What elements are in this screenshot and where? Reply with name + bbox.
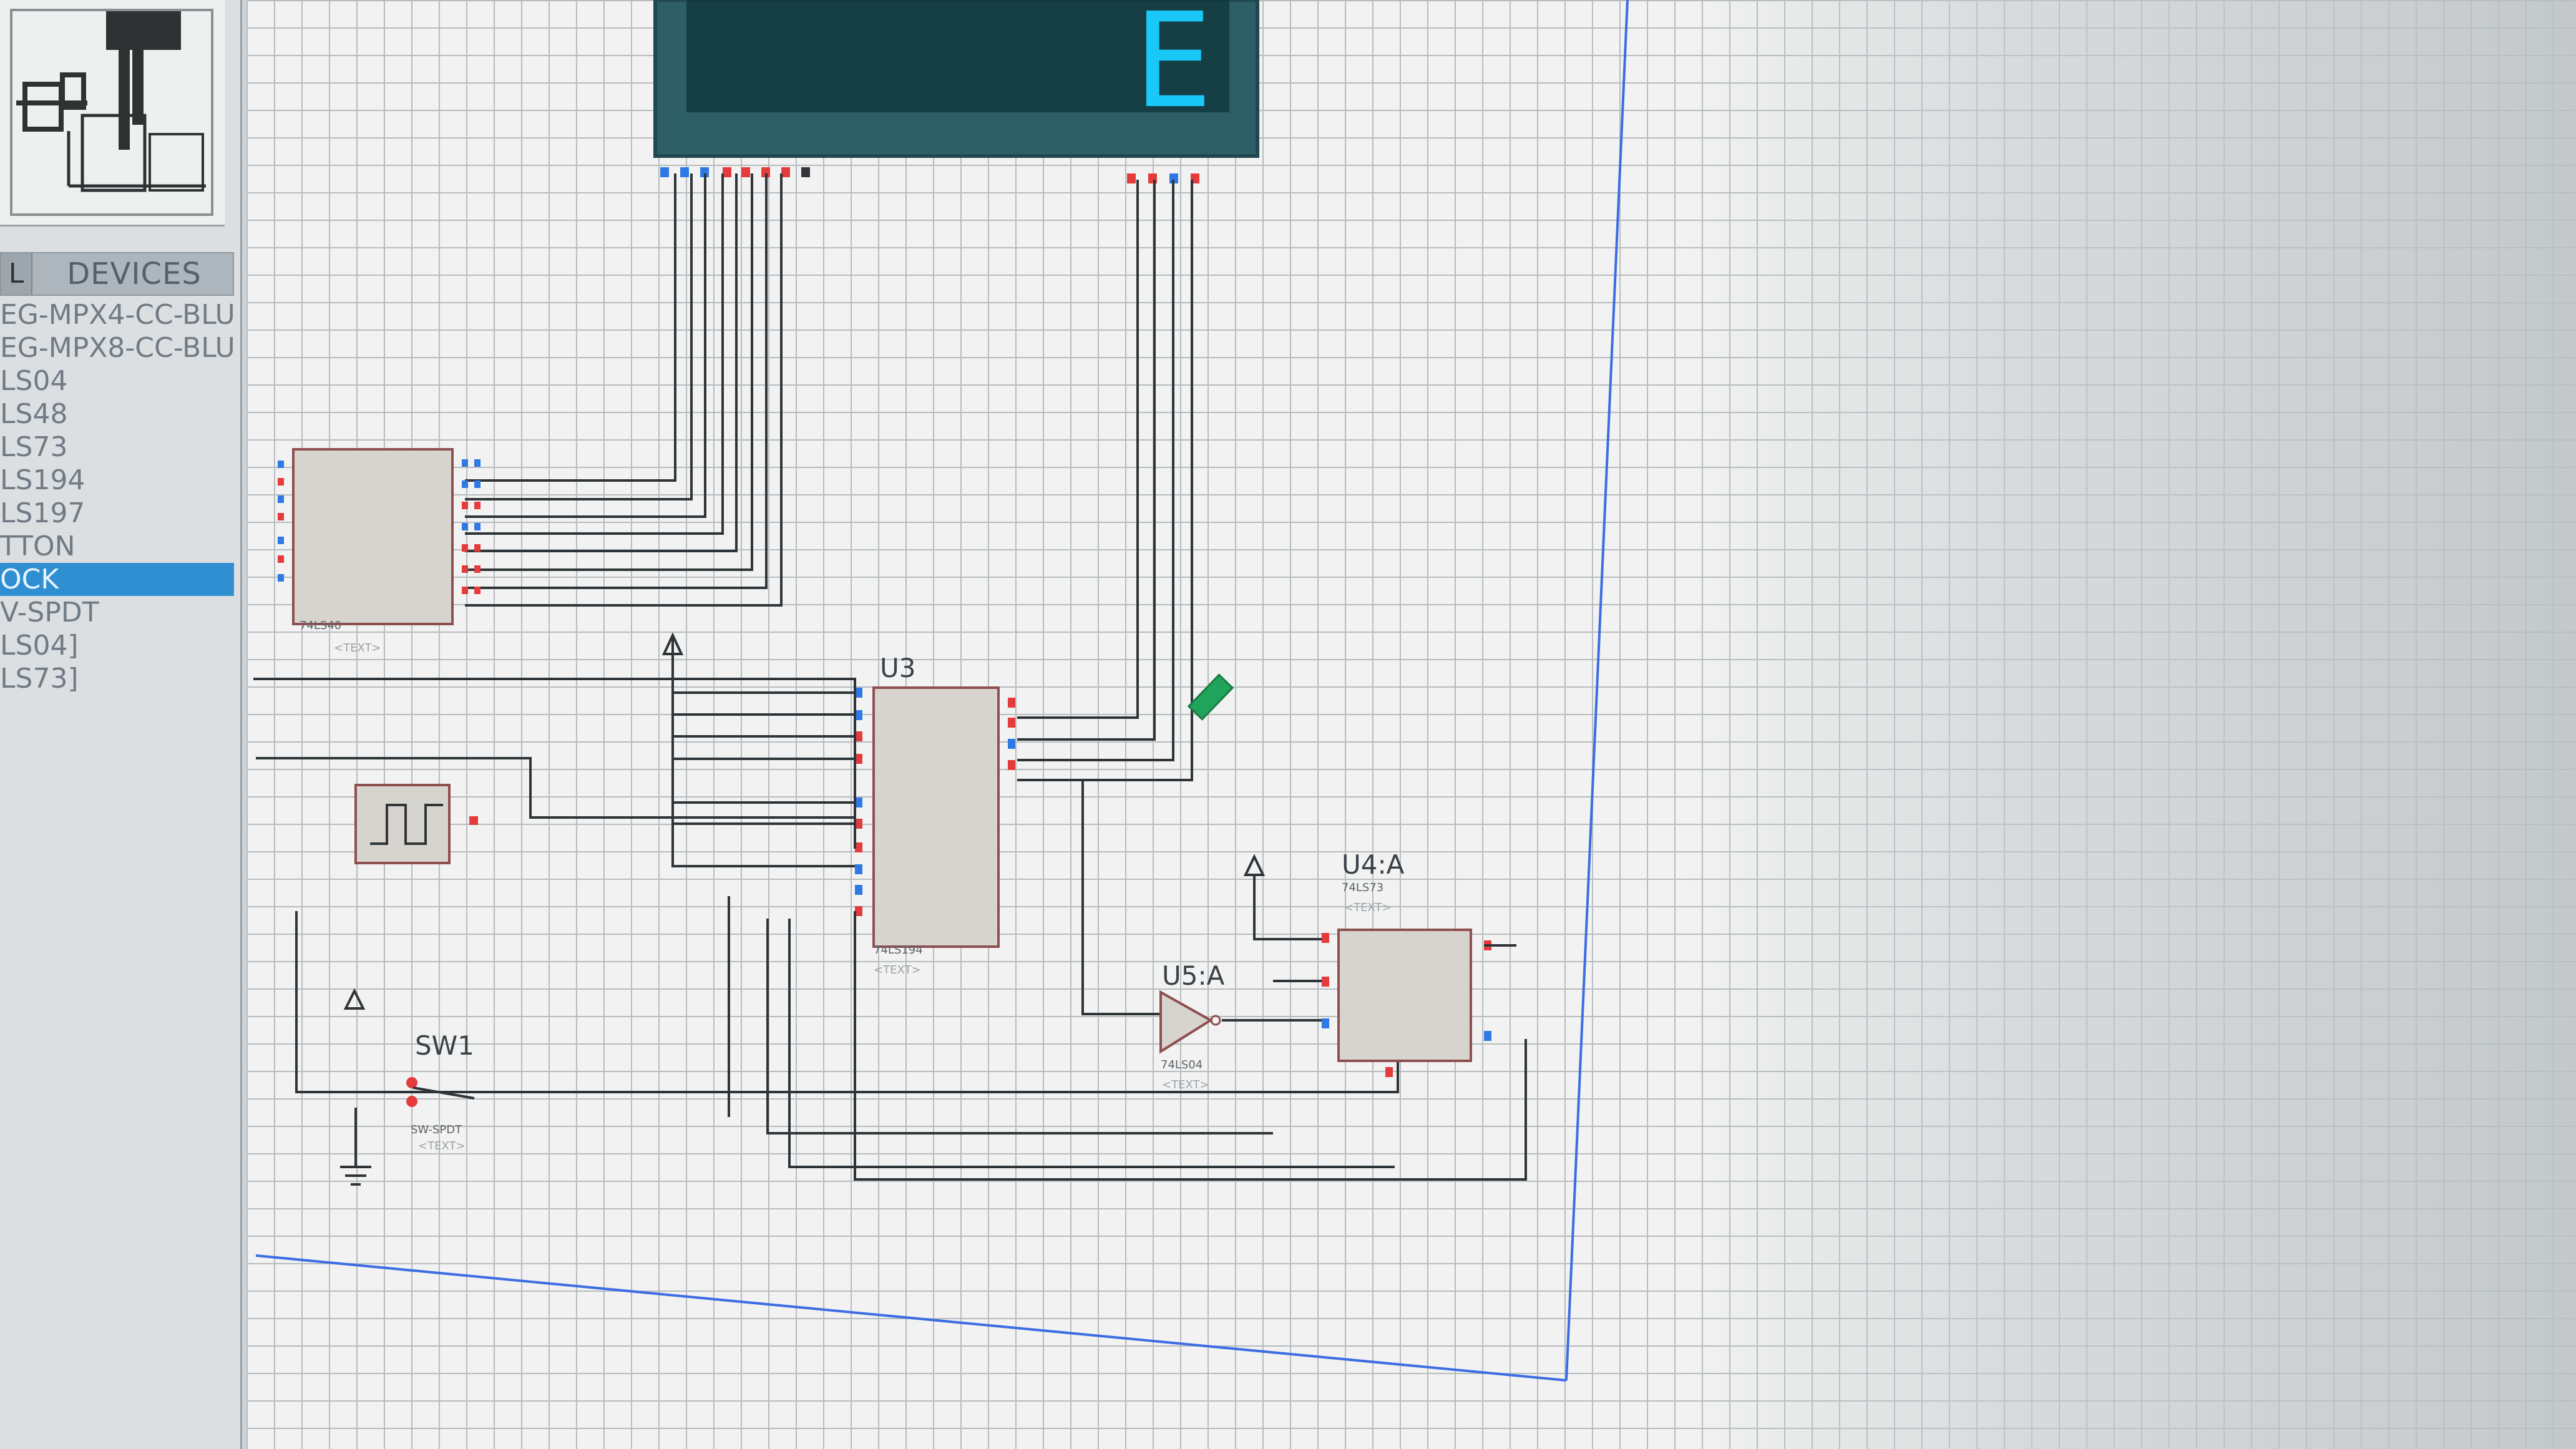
devices-header: L DEVICES bbox=[0, 252, 234, 296]
u5a-text-label: <TEXT> bbox=[1162, 1078, 1209, 1091]
overview-map[interactable] bbox=[0, 0, 225, 227]
u4a-ref-label: U4:A bbox=[1342, 849, 1405, 880]
devices-title: DEVICES bbox=[67, 256, 202, 291]
device-item-ls04[interactable]: LS04 bbox=[0, 364, 234, 398]
device-item-ls194[interactable]: LS194 bbox=[0, 464, 234, 497]
sw1-part-label: SW-SPDT bbox=[411, 1123, 462, 1136]
device-item-ls197[interactable]: LS197 bbox=[0, 497, 234, 530]
device-item-sw-spdt[interactable]: V-SPDT bbox=[0, 596, 234, 629]
device-item-ls04-variant[interactable]: LS04] bbox=[0, 629, 234, 662]
u4a-text-label: <TEXT> bbox=[1344, 901, 1392, 914]
sw1-text-label: <TEXT> bbox=[418, 1139, 466, 1153]
device-item-button[interactable]: TTON bbox=[0, 530, 234, 563]
device-item-clock-selected[interactable]: OCK bbox=[0, 563, 234, 596]
device-item-ls73[interactable]: LS73 bbox=[0, 431, 234, 464]
device-selector-panel: L DEVICES EG-MPX4-CC-BLUE EG-MPX8-CC-BLU… bbox=[0, 0, 242, 1449]
u3-part-label: 74LS194 bbox=[874, 944, 923, 957]
counter-component[interactable] bbox=[292, 448, 454, 625]
sw1-ref-label: SW1 bbox=[415, 1030, 474, 1061]
clock-output-pin bbox=[469, 816, 478, 825]
u3-ref-label: U3 bbox=[880, 653, 915, 683]
u3-component[interactable] bbox=[872, 686, 1000, 948]
device-item-ls48[interactable]: LS48 bbox=[0, 398, 234, 431]
overview-map-graphic bbox=[10, 9, 213, 216]
device-item-ls73-variant[interactable]: LS73] bbox=[0, 662, 234, 695]
clock-generator-icon[interactable] bbox=[354, 784, 451, 864]
device-item-eg-mpx4-cc-blue[interactable]: EG-MPX4-CC-BLUE bbox=[0, 298, 234, 331]
sw1-contact-bottom[interactable] bbox=[406, 1096, 417, 1107]
counter-part-label: 74LS40 bbox=[300, 619, 341, 632]
display-readout: E bbox=[1133, 0, 1213, 137]
counter-text-label: <TEXT> bbox=[334, 642, 381, 655]
picker-mode-button[interactable]: L bbox=[1, 253, 32, 295]
u5a-part-label: 74LS04 bbox=[1161, 1058, 1203, 1071]
u5a-ref-label: U5:A bbox=[1162, 960, 1225, 991]
schematic-canvas[interactable] bbox=[246, 0, 2576, 1449]
sw1-contact-top[interactable] bbox=[406, 1077, 417, 1088]
u4a-component[interactable] bbox=[1337, 929, 1472, 1062]
device-item-eg-mpx8-cc-blue[interactable]: EG-MPX8-CC-BLUE bbox=[0, 331, 234, 364]
u3-text-label: <TEXT> bbox=[874, 964, 921, 977]
u4a-part-label: 74LS73 bbox=[1342, 881, 1383, 894]
